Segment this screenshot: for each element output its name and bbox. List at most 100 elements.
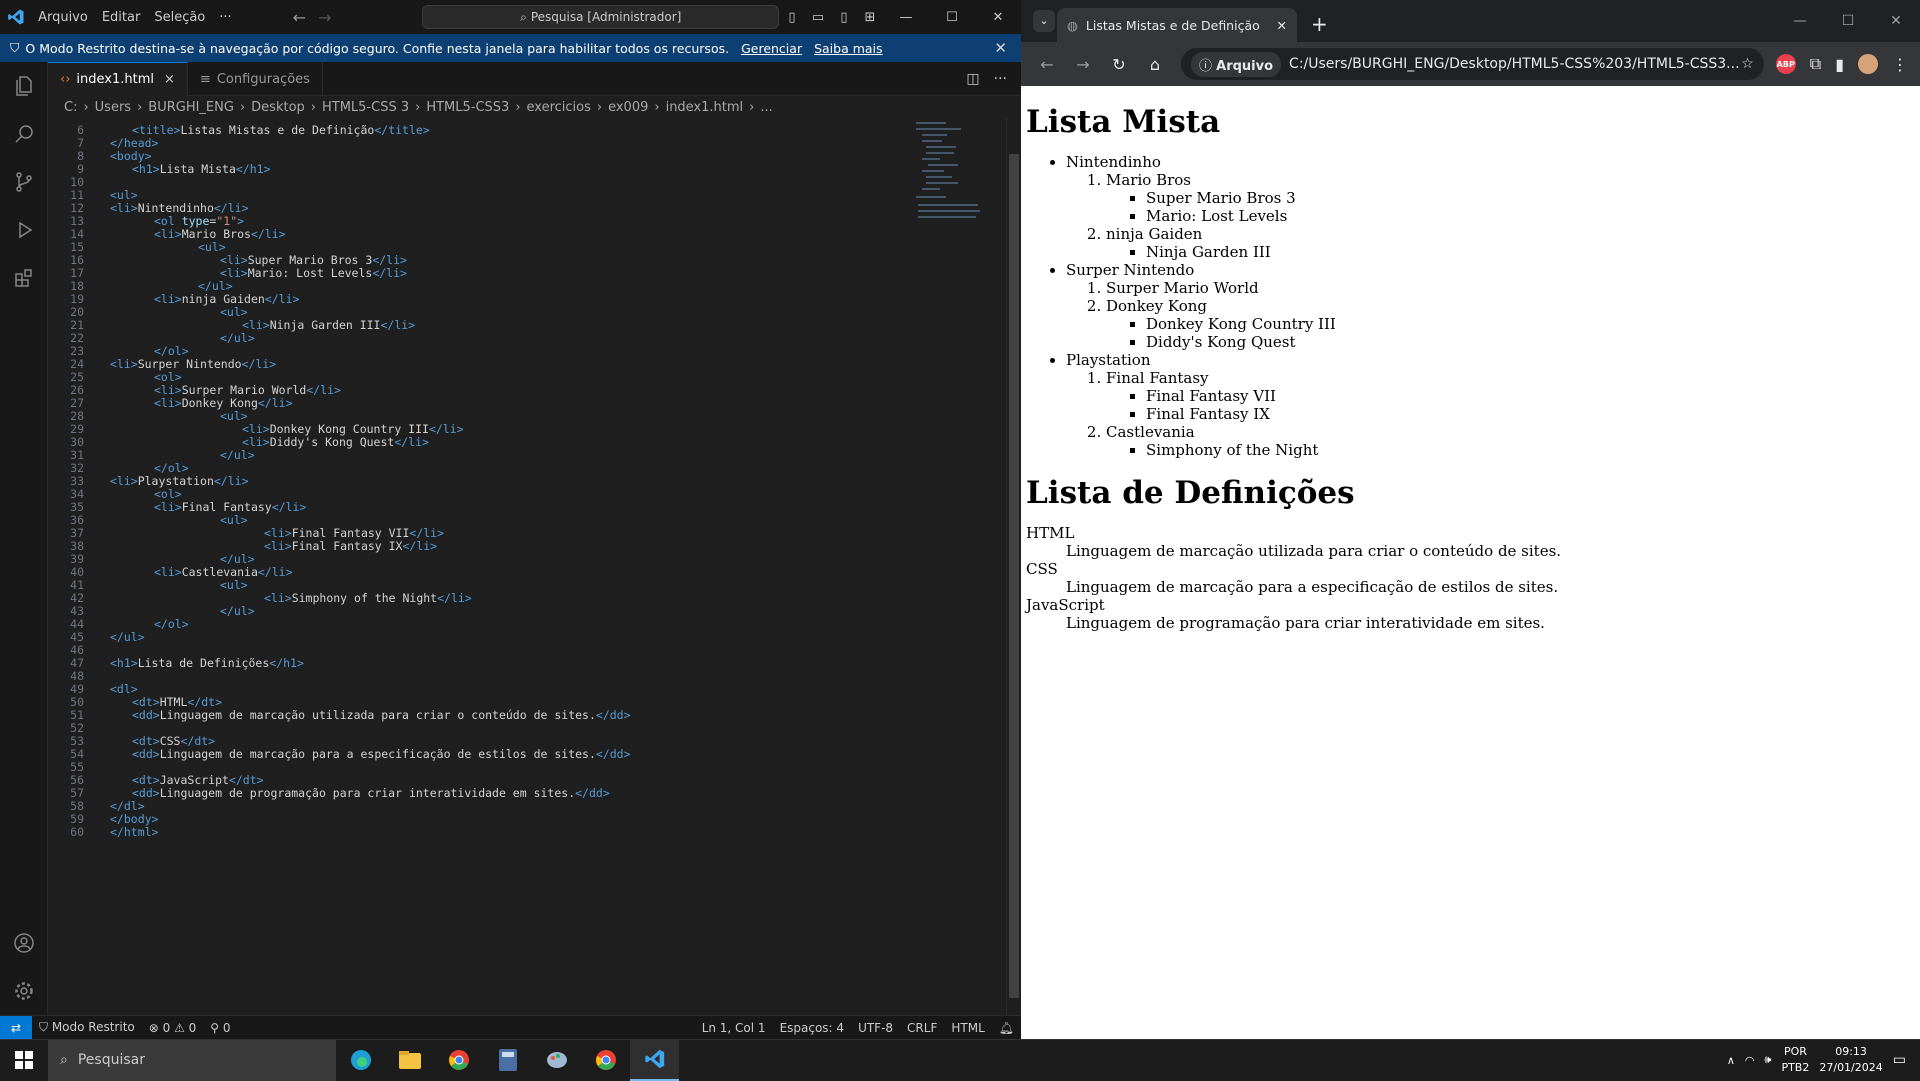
chrome-tab-title: Listas Mistas e de Definição <box>1085 17 1260 33</box>
close-icon[interactable]: ✕ <box>975 10 1021 25</box>
notifications-icon[interactable]: ▭ <box>1893 1052 1906 1068</box>
breadcrumb-item[interactable]: ex009 <box>608 100 648 115</box>
code-editor[interactable]: 6 <title>Listas Mistas e de Definição</ti… <box>48 118 1020 1015</box>
explorer-icon[interactable] <box>0 62 47 110</box>
minimize-icon[interactable]: — <box>883 10 929 25</box>
indentation[interactable]: Espaços: 4 <box>773 1021 852 1035</box>
split-editor-icon[interactable]: ◫ <box>966 71 979 87</box>
list-item: Final Fantasy IX <box>1146 405 1915 423</box>
banner-close-icon[interactable]: ✕ <box>994 39 1007 57</box>
language-indicator[interactable]: POR PTB2 <box>1781 1044 1809 1076</box>
chrome-maximize-icon[interactable]: ☐ <box>1824 13 1872 29</box>
chrome-tab-close-icon[interactable]: ✕ <box>1277 18 1287 33</box>
list-item: ninja Gaiden <box>1106 225 1915 243</box>
settings-gear-icon[interactable] <box>0 967 48 1015</box>
search-icon[interactable] <box>0 110 47 158</box>
definition-term: JavaScript <box>1026 596 1105 614</box>
extensions-icon[interactable] <box>0 254 47 302</box>
tab-settings[interactable]: ≡ Configurações <box>188 62 323 96</box>
ports-status[interactable]: ⚲ 0 <box>203 1021 237 1035</box>
vscode-window: Arquivo Editar Seleção ··· ← → ⌕ Pesquis… <box>0 0 1021 1039</box>
bookmark-star-icon[interactable]: ☆ <box>1741 56 1754 72</box>
site-info-chip[interactable]: ⓘ Arquivo <box>1191 51 1282 77</box>
address-bar[interactable]: ⓘ Arquivo C:/Users/BURGHI_ENG/Desktop/HT… <box>1181 48 1764 80</box>
back-arrow-icon[interactable]: ← <box>287 8 312 27</box>
menu-more[interactable]: ··· <box>212 10 238 25</box>
clock[interactable]: 09:13 27/01/2024 <box>1819 1044 1882 1076</box>
adblock-icon[interactable]: ABP <box>1775 54 1796 74</box>
breadcrumb-item[interactable]: BURGHI_ENG <box>148 100 234 115</box>
side-panel-icon[interactable]: ▮ <box>1835 55 1844 74</box>
reload-icon[interactable]: ↻ <box>1101 55 1137 74</box>
breadcrumb-item[interactable]: HTML5-CSS 3 <box>322 100 409 115</box>
chrome-minimize-icon[interactable]: — <box>1776 13 1824 29</box>
menu-editar[interactable]: Editar <box>95 10 148 25</box>
home-icon[interactable]: ⌂ <box>1137 55 1173 74</box>
breadcrumb-item[interactable]: C: <box>64 100 77 115</box>
encoding[interactable]: UTF-8 <box>851 1021 900 1035</box>
taskbar-search[interactable]: ⌕ Pesquisar <box>48 1039 336 1081</box>
chrome-close-icon[interactable]: ✕ <box>1872 13 1920 29</box>
list-item: Simphony of the Night <box>1146 441 1915 459</box>
banner-manage-link[interactable]: Gerenciar <box>741 41 802 56</box>
extensions-puzzle-icon[interactable]: ⧉ <box>1810 54 1821 74</box>
toggle-panel-icon[interactable]: ▭ <box>805 10 831 25</box>
breadcrumb-item[interactable]: index1.html <box>666 100 744 115</box>
banner-learn-link[interactable]: Saiba mais <box>814 41 882 56</box>
menu-selecao[interactable]: Seleção <box>147 10 212 25</box>
language-mode[interactable]: HTML <box>944 1021 991 1035</box>
html-file-icon: ‹› <box>60 72 71 87</box>
toggle-secondary-sidebar-icon[interactable]: ▯ <box>831 10 857 25</box>
editor-scrollbar[interactable] <box>1006 118 1020 1015</box>
restricted-mode-status[interactable]: ⛉ Modo Restrito <box>32 1020 142 1035</box>
source-control-icon[interactable] <box>0 158 47 206</box>
bullet-sublist: Super Mario Bros 3Mario: Lost Levels <box>1106 189 1915 225</box>
profile-avatar[interactable] <box>1858 54 1878 74</box>
breadcrumb-item[interactable]: ... <box>760 100 772 115</box>
problems-status[interactable]: ⊗ 0 ⚠ 0 <box>142 1021 204 1035</box>
tab-close-icon[interactable]: × <box>164 72 175 87</box>
tab-search-icon[interactable]: ⌄ <box>1033 10 1055 32</box>
chrome-icon[interactable] <box>434 1040 483 1081</box>
breadcrumb-item[interactable]: Users <box>95 100 131 115</box>
paint-icon[interactable] <box>532 1040 581 1081</box>
command-center-search[interactable]: ⌕ Pesquisa [Administrador] <box>422 5 779 29</box>
notifications-bell-icon[interactable]: 🔔︎ <box>992 1021 1021 1035</box>
run-debug-icon[interactable] <box>0 206 47 254</box>
calculator-icon[interactable] <box>483 1040 532 1081</box>
windows-start-icon[interactable] <box>0 1051 48 1069</box>
layout-icon[interactable]: ⊞ <box>857 10 883 25</box>
volume-icon[interactable]: 🕪︎ <box>1765 1053 1772 1067</box>
chrome-icon-2[interactable] <box>581 1040 630 1081</box>
breadcrumb-item[interactable]: HTML5-CSS3 <box>426 100 509 115</box>
tab-index1[interactable]: ‹› index1.html × <box>48 62 188 96</box>
end-of-line[interactable]: CRLF <box>900 1021 944 1035</box>
chrome-menu-icon[interactable]: ⋮ <box>1892 55 1908 74</box>
new-tab-icon[interactable]: + <box>1311 12 1328 36</box>
tab-label: index1.html <box>76 72 154 87</box>
breadcrumb-item[interactable]: Desktop <box>251 100 305 115</box>
list-item: Donkey Kong Country III <box>1146 315 1915 333</box>
vscode-taskbar-icon[interactable] <box>630 1039 679 1081</box>
chrome-back-icon[interactable]: ← <box>1029 55 1065 74</box>
tray-chevron-icon[interactable]: ∧ <box>1727 1054 1735 1067</box>
menu-arquivo[interactable]: Arquivo <box>31 10 95 25</box>
accounts-icon[interactable] <box>0 919 48 967</box>
cursor-position[interactable]: Ln 1, Col 1 <box>695 1021 773 1035</box>
chrome-tab-active[interactable]: ◍ Listas Mistas e de Definição ✕ <box>1057 8 1297 42</box>
more-actions-icon[interactable]: ··· <box>994 71 1007 87</box>
remote-icon[interactable]: ⇄ <box>0 1015 32 1039</box>
chrome-forward-icon[interactable]: → <box>1065 55 1101 74</box>
toggle-sidebar-icon[interactable]: ▯ <box>779 10 805 25</box>
vscode-logo-icon <box>0 8 31 26</box>
breadcrumb-item[interactable]: exercicios <box>527 100 591 115</box>
minimap[interactable] <box>914 118 994 238</box>
definition-list: HTML Linguagem de marcação utilizada para… <box>1026 524 1915 632</box>
status-bar: ⇄ ⛉ Modo Restrito ⊗ 0 ⚠ 0 ⚲ 0 Ln 1, Col … <box>0 1015 1021 1039</box>
forward-arrow-icon[interactable]: → <box>312 8 337 27</box>
file-explorer-icon[interactable] <box>385 1040 434 1081</box>
maximize-icon[interactable]: ☐ <box>929 10 975 25</box>
chrome-tab-strip: ⌄ ◍ Listas Mistas e de Definição ✕ + — ☐… <box>1021 0 1920 42</box>
edge-icon[interactable] <box>336 1040 385 1081</box>
network-icon[interactable]: ◠ <box>1745 1054 1755 1067</box>
